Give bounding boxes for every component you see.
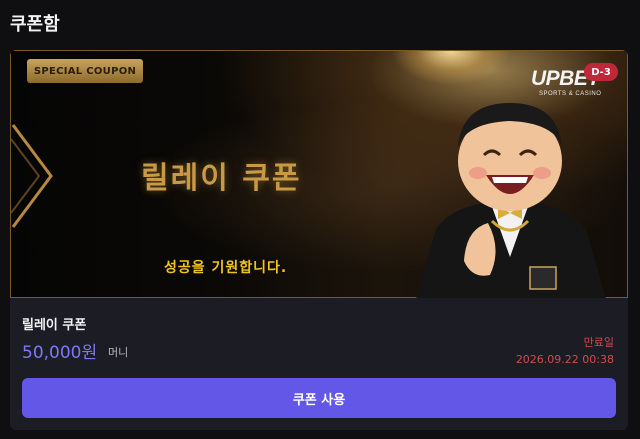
expiry-label: 만료일 — [583, 336, 614, 349]
expiry-date: 2026.09.22 00:38 — [515, 353, 614, 366]
chandelier-glow — [391, 51, 511, 85]
upbet-logo-subtitle: SPORTS & CASINO — [539, 91, 602, 97]
banner-title: 릴레이 쿠폰 — [141, 161, 302, 196]
coupon-amount: 50,000원 — [22, 343, 98, 363]
special-coupon-badge: SPECIAL COUPON — [27, 59, 143, 83]
coupon-info: 릴레이 쿠폰 50,000원 머니 만료일 2026.09.22 00:38 쿠… — [10, 298, 628, 430]
banner-subtitle: 성공을 기원합니다. — [164, 260, 288, 276]
coupon-name: 릴레이 쿠폰 — [22, 318, 87, 333]
use-coupon-button[interactable]: 쿠폰 사용 — [22, 378, 616, 418]
coupon-banner: SPECIAL COUPON 릴레이 쿠폰 성공을 기원합니다. UPBET S… — [10, 50, 628, 299]
chevron-right-icon — [11, 124, 53, 228]
coupon-card: SPECIAL COUPON 릴레이 쿠폰 성공을 기원합니다. UPBET S… — [10, 50, 628, 430]
coupon-amount-unit: 머니 — [108, 346, 129, 359]
dday-badge: D-3 — [584, 63, 618, 81]
mascot-image — [416, 103, 606, 299]
page-title: 쿠폰함 — [10, 14, 60, 35]
